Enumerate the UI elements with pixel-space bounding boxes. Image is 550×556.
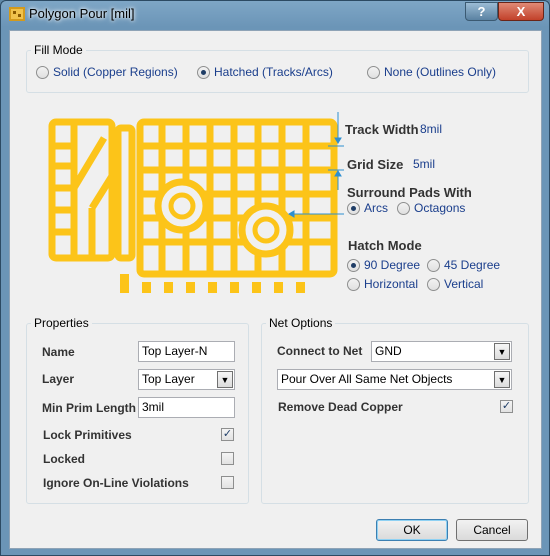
min-prim-label: Min Prim Length (42, 401, 136, 415)
grid-size-label: Grid Size (347, 157, 404, 172)
track-width-value: 8mil (420, 122, 443, 136)
radio-90-degree[interactable]: 90 Degree (347, 258, 420, 272)
cancel-button[interactable]: Cancel (456, 519, 528, 541)
name-field[interactable]: Top Layer-N (138, 341, 235, 362)
remove-dead-copper-checkbox[interactable]: ✓ (500, 400, 513, 413)
radio-dot (427, 258, 440, 272)
dialog-client: Fill Mode Solid (Copper Regions) Hatched… (9, 30, 542, 549)
layer-select-value: Top Layer (142, 372, 195, 386)
layer-label: Layer (42, 372, 75, 386)
radio-solid-label: Solid (Copper Regions) (53, 65, 178, 79)
radio-vertical[interactable]: Vertical (427, 277, 483, 291)
radio-none[interactable]: None (Outlines Only) (367, 65, 496, 79)
dialog-window: Polygon Pour [mil] ? X Fill Mode Solid (… (0, 0, 550, 556)
ok-button[interactable]: OK (376, 519, 448, 541)
app-icon (9, 7, 25, 21)
net-options-legend: Net Options (269, 316, 333, 330)
radio-dot (197, 65, 210, 79)
pour-over-value: Pour Over All Same Net Objects (281, 372, 453, 386)
chevron-down-icon[interactable]: ▼ (494, 343, 510, 360)
radio-solid[interactable]: Solid (Copper Regions) (36, 65, 178, 79)
radio-dot (347, 258, 360, 272)
lock-primitives-checkbox[interactable]: ✓ (221, 428, 234, 441)
locked-label: Locked (43, 452, 86, 466)
connect-to-net-value: GND (375, 344, 402, 358)
radio-dot (427, 277, 440, 291)
chevron-down-icon[interactable]: ▼ (217, 371, 233, 388)
radio-vertical-label: Vertical (444, 277, 484, 291)
hatch-mode-label: Hatch Mode (348, 238, 422, 253)
track-width-label: Track Width (345, 122, 419, 137)
close-button[interactable]: X (498, 2, 544, 21)
fill-mode-legend: Fill Mode (34, 43, 83, 57)
radio-90-label: 90 Degree (364, 258, 421, 272)
radio-octagons[interactable]: Octagons (397, 201, 465, 215)
ignore-violations-checkbox[interactable] (221, 476, 234, 489)
remove-dead-copper-label: Remove Dead Copper (278, 400, 403, 414)
radio-none-label: None (Outlines Only) (384, 65, 497, 79)
radio-octagons-label: Octagons (414, 201, 466, 215)
radio-dot (367, 65, 380, 79)
radio-arcs[interactable]: Arcs (347, 201, 388, 215)
help-button[interactable]: ? (465, 2, 498, 21)
connect-to-net-select[interactable]: GND ▼ (371, 341, 512, 362)
hatch-preview-graphic (48, 112, 344, 293)
locked-checkbox[interactable] (221, 452, 234, 465)
surround-label: Surround Pads With (347, 185, 472, 200)
radio-horizontal[interactable]: Horizontal (347, 277, 418, 291)
properties-legend: Properties (34, 316, 89, 330)
radio-hatched[interactable]: Hatched (Tracks/Arcs) (197, 65, 333, 79)
pour-over-select[interactable]: Pour Over All Same Net Objects ▼ (277, 369, 512, 390)
name-label: Name (42, 345, 75, 359)
radio-dot (347, 277, 360, 291)
radio-dot (36, 65, 49, 79)
radio-hatched-label: Hatched (Tracks/Arcs) (214, 65, 333, 79)
radio-dot (397, 201, 410, 215)
layer-select[interactable]: Top Layer ▼ (138, 369, 235, 390)
title-bar[interactable]: Polygon Pour [mil] ? X (1, 1, 549, 27)
lock-primitives-label: Lock Primitives (43, 428, 132, 442)
chevron-down-icon[interactable]: ▼ (494, 371, 510, 388)
min-prim-field[interactable]: 3mil (138, 397, 235, 418)
ignore-violations-label: Ignore On-Line Violations (43, 476, 189, 490)
radio-45-label: 45 Degree (444, 258, 501, 272)
window-title: Polygon Pour [mil] (29, 6, 135, 21)
grid-size-value: 5mil (413, 157, 436, 171)
radio-dot (347, 201, 360, 215)
radio-45-degree[interactable]: 45 Degree (427, 258, 500, 272)
radio-horizontal-label: Horizontal (364, 277, 419, 291)
connect-to-net-label: Connect to Net (277, 344, 363, 358)
radio-arcs-label: Arcs (364, 201, 388, 215)
